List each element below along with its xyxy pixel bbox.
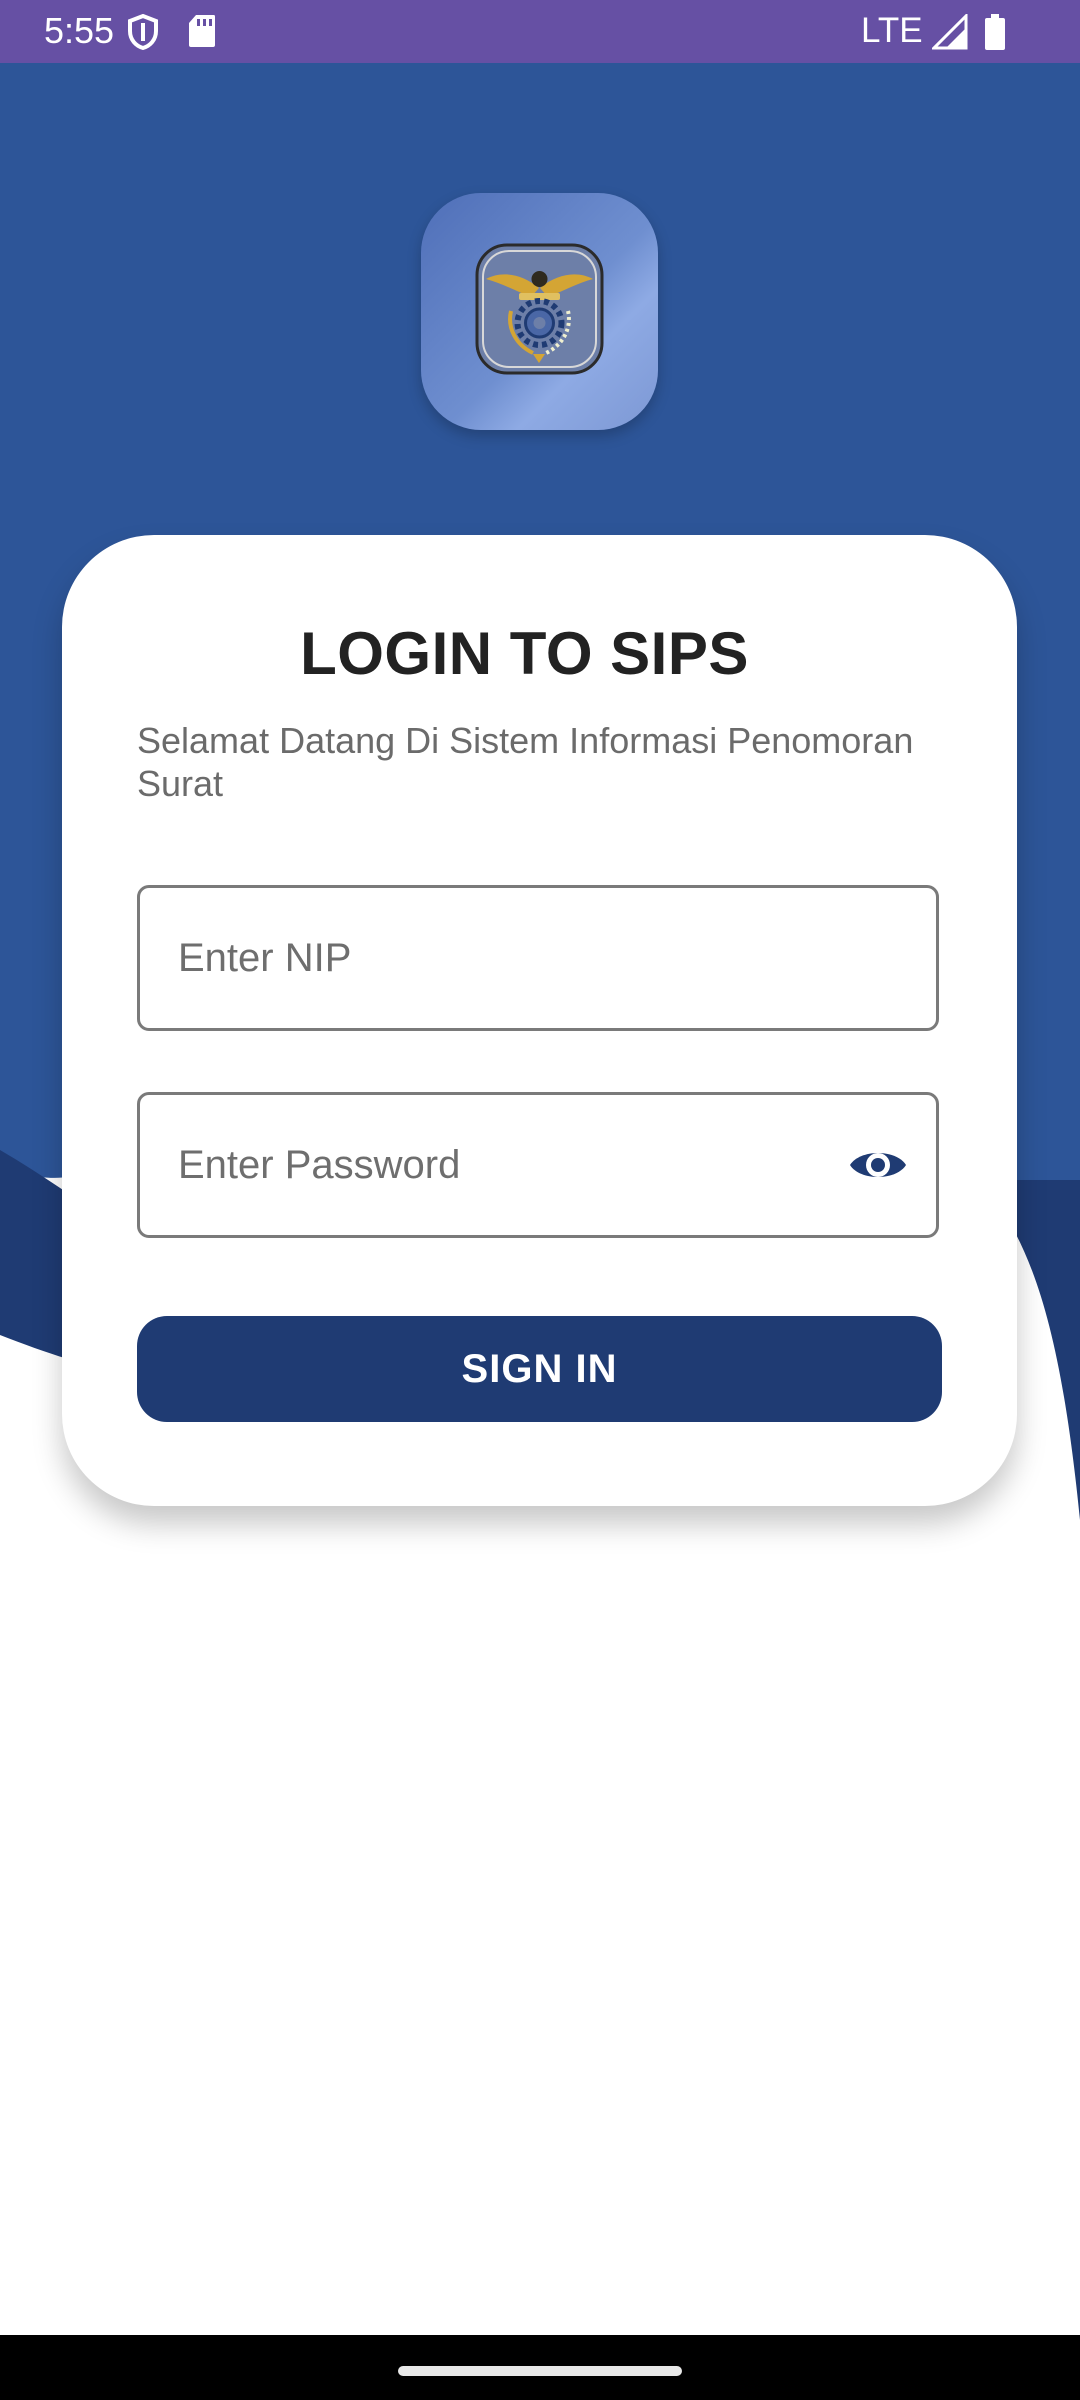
sd-card-icon [188, 14, 216, 53]
login-title: LOGIN TO SIPS [300, 620, 749, 687]
signal-icon [930, 12, 968, 55]
welcome-subtitle: Selamat Datang Di Sistem Informasi Penom… [137, 720, 914, 804]
battery-icon [984, 14, 1006, 55]
nip-field[interactable] [137, 885, 939, 1031]
app-logo [421, 193, 658, 430]
sign-in-button[interactable]: SIGN IN [137, 1316, 942, 1422]
navigation-bar [0, 2335, 1080, 2400]
status-time: 5:55 [44, 10, 115, 51]
nip-input[interactable] [178, 888, 818, 1028]
login-card: LOGIN TO SIPS Selamat Datang Di Sistem I… [62, 535, 1017, 1506]
sips-emblem-icon [475, 243, 604, 375]
home-gesture-handle[interactable] [398, 2366, 682, 2376]
password-field[interactable] [137, 1092, 939, 1238]
status-bar: 5:55 LTE [0, 0, 1080, 63]
login-screen: 5:55 LTE LOGIN TO SIPS Selamat Datang Di… [0, 0, 1080, 2400]
shield-icon [127, 13, 159, 55]
eye-icon[interactable] [848, 1141, 908, 1189]
password-input[interactable] [178, 1095, 818, 1235]
network-type: LTE [861, 11, 923, 50]
